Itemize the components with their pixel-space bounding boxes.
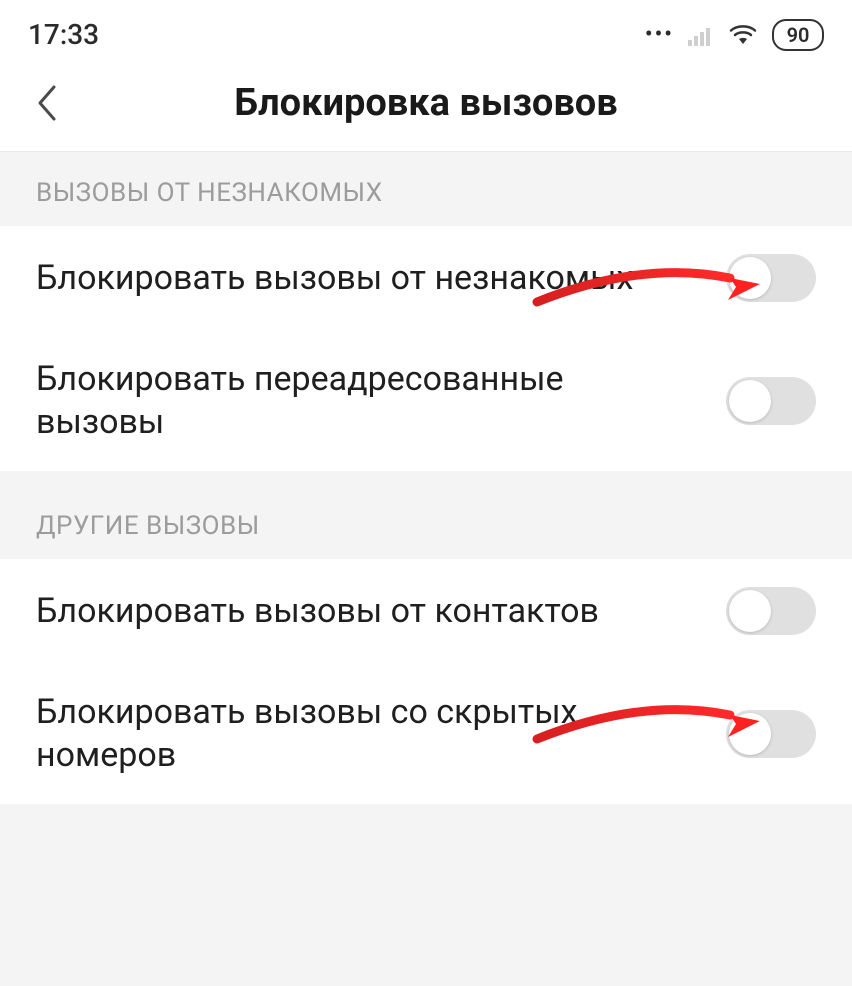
battery-indicator: 90 xyxy=(772,19,824,51)
toggle-block-hidden[interactable] xyxy=(726,710,816,758)
back-button[interactable] xyxy=(24,81,68,125)
settings-group-other: Блокировать вызовы от контактов Блокиров… xyxy=(0,559,852,804)
page-header: Блокировка вызовов xyxy=(0,61,852,152)
section-header-other: ДРУГИЕ ВЫЗОВЫ xyxy=(0,485,852,559)
setting-block-forwarded[interactable]: Блокировать переадресованные вызовы xyxy=(0,330,852,471)
setting-block-strangers[interactable]: Блокировать вызовы от незнакомых xyxy=(0,226,852,330)
status-indicators: ••• 90 xyxy=(645,19,824,51)
wifi-icon xyxy=(728,24,758,46)
setting-block-hidden[interactable]: Блокировать вызовы со скрытых номеров xyxy=(0,663,852,804)
signal-icon xyxy=(688,24,714,46)
setting-block-contacts[interactable]: Блокировать вызовы от контактов xyxy=(0,559,852,663)
toggle-block-forwarded[interactable] xyxy=(726,377,816,425)
setting-label: Блокировать вызовы со скрытых номеров xyxy=(36,691,726,776)
toggle-thumb xyxy=(729,590,771,632)
status-bar: 17:33 ••• 90 xyxy=(0,0,852,61)
toggle-thumb xyxy=(729,713,771,755)
status-time: 17:33 xyxy=(28,18,99,51)
chevron-left-icon xyxy=(34,83,58,123)
section-header-strangers: ВЫЗОВЫ ОТ НЕЗНАКОМЫХ xyxy=(0,152,852,226)
more-icon: ••• xyxy=(645,22,674,47)
setting-label: Блокировать вызовы от контактов xyxy=(36,590,726,633)
toggle-thumb xyxy=(729,380,771,422)
setting-label: Блокировать переадресованные вызовы xyxy=(36,358,726,443)
toggle-block-strangers[interactable] xyxy=(726,254,816,302)
section-divider xyxy=(0,471,852,485)
toggle-thumb xyxy=(729,257,771,299)
settings-group-strangers: Блокировать вызовы от незнакомых Блокиро… xyxy=(0,226,852,471)
setting-label: Блокировать вызовы от незнакомых xyxy=(36,257,726,300)
page-title: Блокировка вызовов xyxy=(234,81,617,125)
toggle-block-contacts[interactable] xyxy=(726,587,816,635)
